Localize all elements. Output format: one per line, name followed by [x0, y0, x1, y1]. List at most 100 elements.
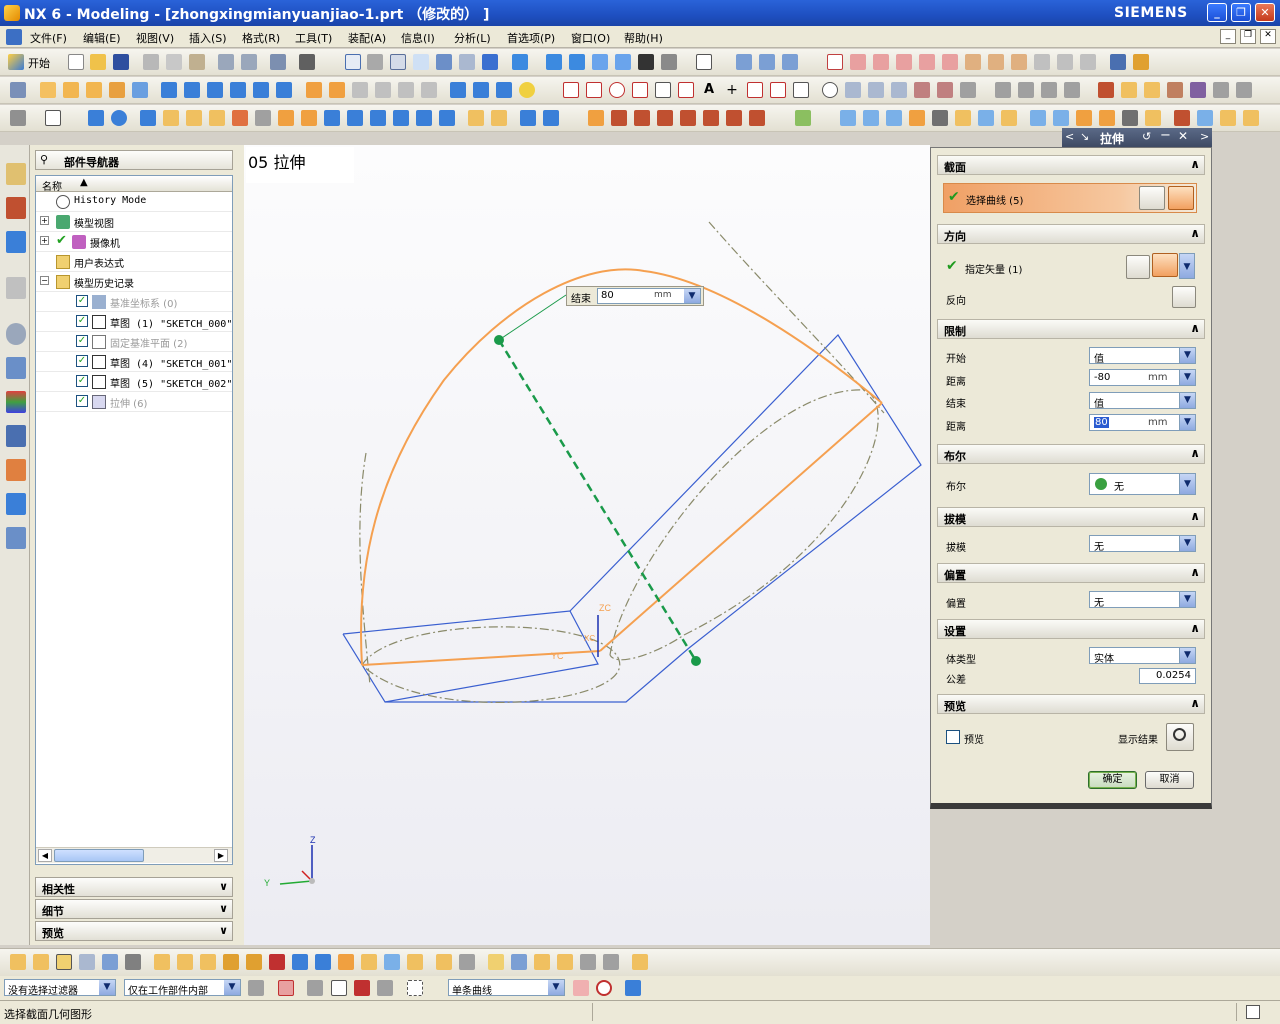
make-symmetric-icon[interactable]	[557, 954, 573, 970]
make-coplanar-icon[interactable]	[488, 954, 504, 970]
divide-curve-icon[interactable]	[1041, 82, 1057, 98]
delay-update-icon[interactable]	[269, 954, 285, 970]
thicken-icon[interactable]	[163, 110, 179, 126]
section-group-header[interactable]: 截面 ∧	[937, 155, 1205, 175]
document-menu-icon[interactable]	[6, 29, 22, 45]
menu-format[interactable]: 格式(R)	[242, 30, 280, 46]
group-face-icon[interactable]	[459, 954, 475, 970]
tree-row-sketch-5[interactable]: ✓ 草图 (5) "SKETCH_002"	[36, 372, 232, 392]
preview-group-header[interactable]: 预览 ∧	[937, 694, 1205, 714]
panel-details[interactable]: 细节 ∨	[35, 899, 233, 919]
view-top-icon[interactable]	[546, 54, 562, 70]
x-form-icon[interactable]	[932, 110, 948, 126]
snap-all-icon[interactable]	[1057, 54, 1073, 70]
start-distance-input[interactable]: -80 mm ▼	[1089, 369, 1196, 386]
emboss-icon[interactable]	[232, 110, 248, 126]
zoom-icon[interactable]	[390, 54, 406, 70]
move-face-icon[interactable]	[338, 954, 354, 970]
snap-point-on-curve-icon[interactable]	[988, 54, 1004, 70]
edit-surface-icon[interactable]	[749, 110, 765, 126]
pin-icon[interactable]: ⚲	[40, 153, 48, 166]
snap-midpoint-icon[interactable]	[850, 54, 866, 70]
snap-endpoint-icon[interactable]	[827, 54, 843, 70]
graphics-window[interactable]: ZC YC XC Z Y	[244, 145, 930, 945]
model-canvas[interactable]: ZC YC XC Z Y	[244, 145, 930, 945]
unite-icon[interactable]	[88, 110, 104, 126]
type-filter-select[interactable]: 没有选择过滤器 ▼	[4, 979, 116, 997]
sew-icon[interactable]	[186, 110, 202, 126]
dialog-close-icon[interactable]: ✕	[1178, 129, 1188, 143]
selection-icon[interactable]	[270, 54, 286, 70]
profile-icon[interactable]	[678, 82, 694, 98]
limits-group-header[interactable]: 限制 ∧	[937, 319, 1205, 339]
panel-dependencies[interactable]: 相关性 ∨	[35, 877, 233, 897]
inferred-vector-button[interactable]	[1152, 253, 1178, 277]
draft-select[interactable]: 无 ▼	[1089, 535, 1196, 553]
bounded-plane-icon[interactable]	[680, 110, 696, 126]
curve-selection-button[interactable]	[1168, 186, 1194, 210]
reverse-direction-button[interactable]	[1172, 286, 1196, 308]
swept-icon[interactable]	[588, 110, 604, 126]
n-sided-icon[interactable]	[611, 110, 627, 126]
edit-sketch-dimensions-icon[interactable]	[292, 954, 308, 970]
point-set-icon[interactable]	[1145, 110, 1161, 126]
dialog-back-icon[interactable]: <	[1065, 130, 1074, 143]
suppress-feature-icon[interactable]	[125, 954, 141, 970]
chevron-down-icon[interactable]: ▼	[1179, 348, 1195, 363]
menu-tools[interactable]: 工具(T)	[295, 30, 332, 46]
subtract-icon[interactable]	[111, 110, 127, 126]
unsuppress-feature-icon[interactable]	[154, 954, 170, 970]
chevron-down-icon[interactable]: ▼	[548, 980, 564, 995]
face-blend-icon[interactable]	[840, 110, 856, 126]
expression-menu-icon[interactable]: ▼	[1179, 415, 1195, 430]
draft-icon[interactable]	[421, 82, 437, 98]
rectangle-icon[interactable]	[770, 82, 786, 98]
visibility-checkbox[interactable]: ✓	[76, 335, 88, 347]
fit-icon[interactable]	[345, 54, 361, 70]
cut-icon[interactable]	[143, 54, 159, 70]
chevron-down-icon[interactable]: ▼	[224, 980, 240, 995]
open-icon[interactable]	[90, 54, 106, 70]
ruled-icon[interactable]	[520, 110, 536, 126]
menu-window[interactable]: 窗口(O)	[571, 30, 610, 46]
column-header-name[interactable]: 名称 ▲	[36, 176, 232, 193]
settings-group-header[interactable]: 设置 ∧	[937, 619, 1205, 639]
copy-icon[interactable]	[166, 54, 182, 70]
silhouette-icon[interactable]	[1030, 110, 1046, 126]
split-body-icon[interactable]	[352, 82, 368, 98]
end-type-select[interactable]: 值 ▼	[1089, 392, 1196, 410]
tree-row-sketch-1[interactable]: ✓ 草图 (1) "SKETCH_000"	[36, 312, 232, 332]
boolean-group-header[interactable]: 布尔 ∧	[937, 444, 1205, 464]
section-body-icon[interactable]	[1053, 110, 1069, 126]
global-shaping-icon[interactable]	[978, 110, 994, 126]
end-distance-onscreen-input[interactable]: 结束 80 mm ▼	[566, 286, 704, 306]
selection-scope-select[interactable]: 仅在工作部件内部 ▼	[124, 979, 241, 997]
patch-icon[interactable]	[209, 110, 225, 126]
save-icon[interactable]	[113, 54, 129, 70]
remove-parameters-icon[interactable]	[223, 954, 239, 970]
menu-preferences[interactable]: 首选项(P)	[507, 30, 555, 46]
point-icon[interactable]: +	[724, 82, 740, 98]
view-trimetric-icon[interactable]	[615, 54, 631, 70]
view-front-icon[interactable]	[569, 54, 585, 70]
curve-options-icon[interactable]	[1236, 82, 1252, 98]
end-distance-input[interactable]: 80 mm ▼	[1089, 414, 1196, 431]
edit-positioning-icon[interactable]	[33, 954, 49, 970]
chevron-down-icon[interactable]: ▼	[1179, 648, 1195, 663]
menu-edit[interactable]: 编辑(E)	[83, 30, 121, 46]
tree-row-history-mode[interactable]: History Mode	[36, 192, 232, 212]
visibility-checkbox[interactable]: ✓	[76, 355, 88, 367]
transition-icon[interactable]	[1076, 110, 1092, 126]
menu-information[interactable]: 信息(I)	[401, 30, 435, 46]
linear-dimension-icon[interactable]	[580, 954, 596, 970]
rapid-surfacing-icon[interactable]	[1099, 110, 1115, 126]
minimize-icon[interactable]: _	[1207, 3, 1227, 22]
wcs-rotate-icon[interactable]	[782, 54, 798, 70]
snap-existing-icon[interactable]	[965, 54, 981, 70]
scale-body-icon[interactable]	[393, 110, 409, 126]
select-curve-row[interactable]: ✔ 选择曲线 (5)	[943, 183, 1197, 213]
select-connected-icon[interactable]	[377, 980, 393, 996]
end-value-field[interactable]: 80 mm ▼	[597, 288, 701, 304]
hd3d-tools-icon[interactable]	[6, 357, 26, 379]
direction-group-header[interactable]: 方向 ∧	[937, 224, 1205, 244]
